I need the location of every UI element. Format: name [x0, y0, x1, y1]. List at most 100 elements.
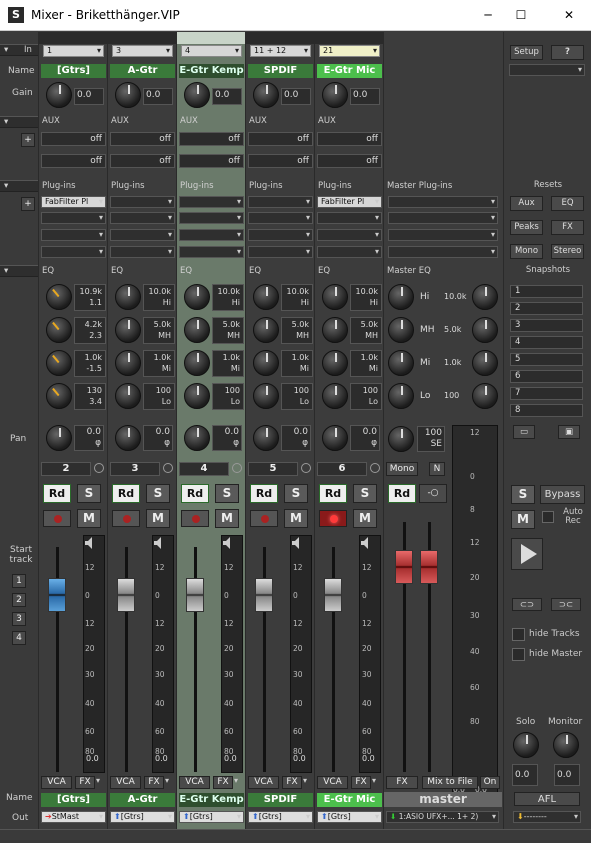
eq-band-knob[interactable]	[322, 317, 348, 343]
eq-band-knob[interactable]	[46, 284, 72, 310]
gain-knob[interactable]	[184, 82, 210, 108]
aux-send-1[interactable]: off	[41, 132, 106, 146]
channel-name[interactable]: E-Gtr Mic	[317, 64, 382, 78]
volume-fader[interactable]	[255, 578, 273, 612]
link-right-button[interactable]: ⊃⊂	[551, 598, 581, 611]
solo-volume-knob[interactable]	[513, 732, 539, 758]
start-track-button[interactable]: 4	[12, 631, 26, 645]
reset-stereo-button[interactable]: Stereo	[551, 244, 584, 259]
plugin-slot-3[interactable]	[317, 229, 382, 241]
start-track-button[interactable]: 1	[12, 574, 26, 588]
pan-knob[interactable]	[115, 425, 141, 451]
fx-dropdown-icon[interactable]: ▾	[303, 776, 307, 785]
reset-eq-button[interactable]: EQ	[551, 196, 584, 211]
mute-button[interactable]: M	[284, 509, 308, 528]
read-automation-button[interactable]: Rd	[250, 484, 278, 503]
eq-band-knob[interactable]	[46, 317, 72, 343]
channel-option-icon[interactable]	[301, 463, 311, 473]
plugin-slot-3[interactable]	[248, 229, 313, 241]
fx-button[interactable]: FX	[282, 776, 302, 789]
input-select[interactable]: 11 + 12	[250, 45, 311, 57]
global-mute-button[interactable]: M	[511, 510, 535, 529]
master-plugin-slot-2[interactable]	[388, 212, 498, 224]
gain-knob[interactable]	[115, 82, 141, 108]
master-eq-knob[interactable]	[388, 350, 414, 376]
plugin-slot-4[interactable]	[317, 246, 382, 258]
master-eq-knob[interactable]	[388, 284, 414, 310]
plugin-slot-2[interactable]	[248, 212, 313, 224]
start-track-button[interactable]: 3	[12, 612, 26, 626]
fx-dropdown-icon[interactable]: ▾	[165, 776, 169, 785]
plugin-slot-4[interactable]	[179, 246, 244, 258]
channel-option-icon[interactable]	[370, 463, 380, 473]
master-rd-button[interactable]: Rd	[388, 484, 416, 503]
snapshot-slot[interactable]: 8	[510, 404, 583, 417]
aux-send-1[interactable]: off	[179, 132, 244, 146]
link-left-button[interactable]: ⊂⊃	[512, 598, 542, 611]
eq-band-knob[interactable]	[184, 284, 210, 310]
minimize-button[interactable]: ─	[478, 7, 498, 23]
master-link-button[interactable]: -○	[419, 484, 447, 503]
record-arm-button[interactable]	[319, 510, 347, 527]
channel-name[interactable]: E-Gtr Kemp	[179, 64, 244, 78]
master-fader-right[interactable]	[420, 550, 438, 584]
plugin-slot-2[interactable]	[179, 212, 244, 224]
gain-knob[interactable]	[322, 82, 348, 108]
mute-button[interactable]: M	[215, 509, 239, 528]
output-select[interactable]: ⬆[Gtrs]	[110, 811, 175, 823]
afl-button[interactable]: AFL	[514, 792, 580, 806]
eq-band-knob[interactable]	[115, 350, 141, 376]
solo-button[interactable]: S	[77, 484, 101, 503]
eq-band-knob[interactable]	[253, 317, 279, 343]
plugin-slot-4[interactable]	[248, 246, 313, 258]
input-select[interactable]: 3	[112, 45, 173, 57]
aux-send-2[interactable]: off	[179, 154, 244, 168]
fx-dropdown-icon[interactable]: ▾	[234, 776, 238, 785]
global-solo-button[interactable]: S	[511, 485, 535, 504]
channel-name[interactable]: A-Gtr	[110, 64, 175, 78]
output-select[interactable]: ⬆[Gtrs]	[248, 811, 313, 823]
aux-send-1[interactable]: off	[248, 132, 313, 146]
aux-send-2[interactable]: off	[41, 154, 106, 168]
snapshot-save-button[interactable]: ▣	[558, 425, 580, 439]
solo-button[interactable]: S	[353, 484, 377, 503]
master-eq-gain-knob[interactable]	[472, 317, 498, 343]
fx-button[interactable]: FX	[351, 776, 371, 789]
hide-tracks-checkbox[interactable]	[512, 628, 525, 641]
aux-send-1[interactable]: off	[317, 132, 382, 146]
master-eq-knob[interactable]	[388, 383, 414, 409]
plugin-slot-2[interactable]	[110, 212, 175, 224]
master-output-select[interactable]: ⬇ 1:ASIO UFX+... 1+ 2)	[386, 811, 499, 823]
eq-band-knob[interactable]	[115, 317, 141, 343]
record-arm-button[interactable]	[43, 510, 71, 527]
gain-knob[interactable]	[46, 82, 72, 108]
plugin-slot-2[interactable]	[317, 212, 382, 224]
eq-band-knob[interactable]	[115, 284, 141, 310]
input-select[interactable]: 21	[319, 45, 380, 57]
pan-knob[interactable]	[322, 425, 348, 451]
plugin-slot-1[interactable]	[179, 196, 244, 208]
side-output-select[interactable]: ⬇--------	[513, 811, 581, 823]
maximize-button[interactable]: ☐	[511, 7, 531, 23]
vca-button[interactable]: VCA	[317, 776, 348, 789]
snapshot-slot[interactable]: 2	[510, 302, 583, 315]
snapshot-slot[interactable]: 6	[510, 370, 583, 383]
mix-to-file-button[interactable]: Mix to File	[422, 776, 478, 789]
eq-band-knob[interactable]	[115, 383, 141, 409]
eq-band-knob[interactable]	[322, 383, 348, 409]
master-eq-knob[interactable]	[388, 317, 414, 343]
channel-name-bottom[interactable]: E-Gtr Kemp	[179, 793, 244, 807]
master-fader-left[interactable]	[395, 550, 413, 584]
eq-band-knob[interactable]	[253, 350, 279, 376]
solo-button[interactable]: S	[284, 484, 308, 503]
channel-name-bottom[interactable]: SPDIF	[248, 793, 313, 807]
master-pan-knob[interactable]	[388, 426, 414, 452]
vca-button[interactable]: VCA	[110, 776, 141, 789]
read-automation-button[interactable]: Rd	[112, 484, 140, 503]
master-plugin-slot-3[interactable]	[388, 229, 498, 241]
channel-name-bottom[interactable]: E-Gtr Mic	[317, 793, 382, 807]
master-mono-button[interactable]: Mono	[386, 462, 418, 476]
output-select[interactable]: ➔StMast	[41, 811, 106, 823]
pan-knob[interactable]	[253, 425, 279, 451]
record-arm-button[interactable]	[181, 510, 209, 527]
